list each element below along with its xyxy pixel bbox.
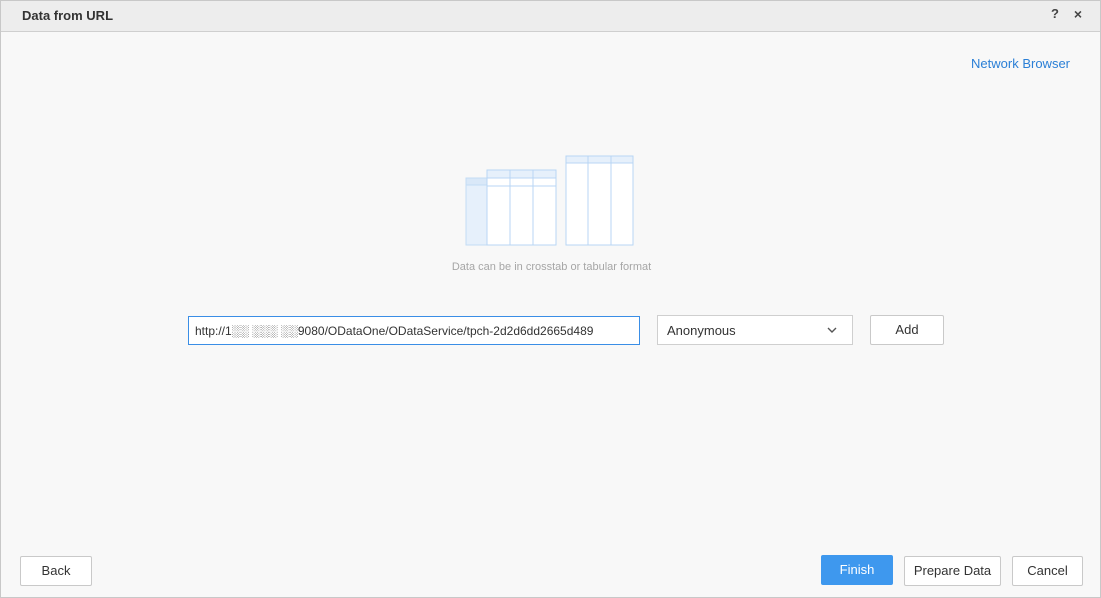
dialog-titlebar: Data from URL ? × xyxy=(1,1,1100,32)
network-browser-link[interactable]: Network Browser xyxy=(971,56,1070,71)
help-icon[interactable]: ? xyxy=(1048,6,1062,24)
finish-button[interactable]: Finish xyxy=(821,555,893,585)
close-icon[interactable]: × xyxy=(1071,6,1085,24)
authentication-select[interactable]: Anonymous xyxy=(657,315,853,345)
crosstab-table-illustration-icon xyxy=(465,155,634,246)
add-button[interactable]: Add xyxy=(870,315,944,345)
chevron-down-icon xyxy=(827,327,837,333)
data-from-url-dialog: Data from URL ? × Network Browser Data c… xyxy=(0,0,1101,598)
cancel-button[interactable]: Cancel xyxy=(1012,556,1083,586)
prepare-data-button[interactable]: Prepare Data xyxy=(904,556,1001,586)
dialog-title: Data from URL xyxy=(22,8,114,23)
format-hint: Data can be in crosstab or tabular forma… xyxy=(451,261,652,273)
back-button[interactable]: Back xyxy=(20,556,92,586)
url-input[interactable] xyxy=(188,316,640,345)
authentication-select-value: Anonymous xyxy=(667,323,736,338)
